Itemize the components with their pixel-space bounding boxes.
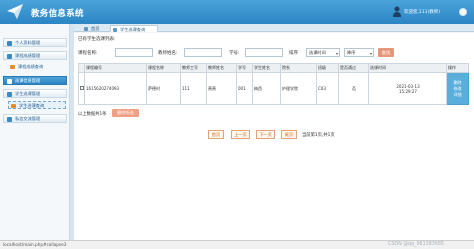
sidebar-group-label: 课程成绩管理 xyxy=(15,53,41,58)
search-button[interactable]: 查找 xyxy=(378,48,394,57)
main-content: 已有学生选课列表: 课程名称: 教师姓名: 学号: 排序 选课时间 ▾ 降序 ▾… xyxy=(74,33,474,240)
sort-field-value: 选课时间 xyxy=(309,50,326,55)
app-header: 教务信息系统 欢迎您,111(教师) xyxy=(0,0,474,24)
pagination: 首页 上一页 下一页 尾页 当前第1页,共1页 xyxy=(78,130,468,139)
student-no-cell: 001 xyxy=(236,72,253,105)
chevron-down-icon: ▾ xyxy=(369,51,372,56)
student-no-label: 学号: xyxy=(229,51,240,56)
last-page-button[interactable]: 尾页 xyxy=(281,130,297,139)
list-icon xyxy=(113,27,117,32)
page-title: 已有学生选课列表: xyxy=(78,37,116,42)
tab-home[interactable]: 首页 xyxy=(82,25,108,32)
tab-bar: 首页 学生选课查询 xyxy=(74,24,474,32)
teacher-name-input[interactable] xyxy=(184,48,222,57)
prev-page-button[interactable]: 上一页 xyxy=(231,130,250,139)
sort-order-value: 降序 xyxy=(347,50,356,55)
detail-link[interactable]: 详细 xyxy=(448,92,468,98)
column-header: 教师姓名 xyxy=(206,63,237,73)
sidebar-group-label: 个人资料管理 xyxy=(15,40,41,45)
tab-label: 学生选课查询 xyxy=(120,27,146,32)
folder-icon xyxy=(7,40,12,46)
passed-cell: 否 xyxy=(338,72,369,105)
list-icon xyxy=(11,104,16,108)
sort-order-select[interactable]: 降序 ▾ xyxy=(344,48,374,57)
watermark: CSDN @qq_961383685 xyxy=(388,242,444,247)
sidebar-group-label: 学生选课管理 xyxy=(15,91,41,96)
teacher-name-label: 教师姓名: xyxy=(158,51,178,56)
teacher-name-cell: 萧萧 xyxy=(206,72,237,105)
folder-icon xyxy=(7,53,12,59)
list-icon xyxy=(10,65,15,69)
user-avatar-icon xyxy=(393,6,401,17)
column-header: 学号 xyxy=(236,63,253,73)
sidebar-group-student-selection[interactable]: 学生选课管理 xyxy=(3,89,67,98)
sidebar-item-label: 学生选课查询 xyxy=(19,103,45,108)
sidebar-group-label: 私信交流管理 xyxy=(15,116,41,121)
course-name-label: 课程名称: xyxy=(78,51,98,56)
selection-table: 课程编号 课程名称 教师工号 教师姓名 学号 学生姓名 院系 班级 是否通过 选… xyxy=(78,63,469,105)
paper-plane-logo-icon xyxy=(7,4,23,19)
sidebar-group-messages[interactable]: 私信交流管理 xyxy=(3,114,67,123)
student-name-cell: 梅西 xyxy=(252,72,281,105)
department-cell: 护理学院 xyxy=(280,72,317,105)
selection-time-cell: 2021-03-13 15:29:27 xyxy=(368,72,447,105)
column-header: 课程编号 xyxy=(84,63,147,73)
sidebar-group-course-selection[interactable]: 选课信息管理 xyxy=(3,76,67,85)
delete-selected-button[interactable]: 删除所选 xyxy=(112,109,139,117)
page-info: 当前第1页,共1页 xyxy=(302,133,335,138)
student-no-input[interactable] xyxy=(245,48,283,57)
app-title: 教务信息系统 xyxy=(31,9,84,19)
welcome-text: 欢迎您,111(教师) xyxy=(404,10,441,15)
course-name-cell: 萨德时 xyxy=(146,72,181,105)
column-header: 班级 xyxy=(316,63,339,73)
folder-icon xyxy=(7,91,12,97)
total-count: 以上数据共1条 xyxy=(78,112,107,117)
sidebar-item-student-selection-query[interactable]: 学生选课查询 xyxy=(8,101,66,109)
course-no-cell: 1615620274093 xyxy=(84,72,147,105)
sidebar-item-label: 课程成绩查询 xyxy=(18,64,44,69)
folder-icon xyxy=(7,116,12,122)
sidebar-group-profile[interactable]: 个人资料管理 xyxy=(3,38,67,47)
system-menu-icon[interactable] xyxy=(459,8,467,16)
chevron-down-icon: ▾ xyxy=(335,51,338,56)
column-header: 选课时间 xyxy=(368,63,447,73)
next-page-button[interactable]: 下一页 xyxy=(256,130,275,139)
sidebar-group-label: 选课信息管理 xyxy=(15,78,41,83)
selection-clock: 15:29:27 xyxy=(399,88,417,94)
status-url: localhost/main.php#collapse3 xyxy=(3,242,67,247)
sidebar-item-grade-query[interactable]: 课程成绩查询 xyxy=(8,63,66,71)
browser-status-bar: localhost/main.php#collapse3 CSDN @qq_96… xyxy=(0,240,474,249)
search-bar: 课程名称: 教师姓名: 学号: 排序 选课时间 ▾ 降序 ▾ 查找 xyxy=(78,48,468,58)
sort-label: 排序 xyxy=(289,51,298,56)
column-header: 学生姓名 xyxy=(252,63,281,73)
tab-label: 首页 xyxy=(91,26,100,31)
tab-student-selection-query[interactable]: 学生选课查询 xyxy=(110,25,158,32)
class-cell: C03 xyxy=(316,72,339,105)
course-name-input[interactable] xyxy=(115,48,153,57)
column-header: 教师工号 xyxy=(180,63,207,73)
table-header-row: 课程编号 课程名称 教师工号 教师姓名 学号 学生姓名 院系 班级 是否通过 选… xyxy=(78,63,469,73)
column-header: 操作 xyxy=(446,63,469,73)
first-page-button[interactable]: 首页 xyxy=(208,130,224,139)
column-header: 是否通过 xyxy=(338,63,369,73)
home-icon xyxy=(84,26,88,31)
actions-cell: 删除 修改 详细 xyxy=(446,72,469,105)
sidebar-group-grades[interactable]: 课程成绩管理 xyxy=(3,51,67,60)
sidebar: 个人资料管理 课程成绩管理 课程成绩查询 选课信息管理 学生选课管理 学生选课查… xyxy=(0,24,70,240)
table-footer: 以上数据共1条 删除所选 xyxy=(78,109,468,118)
folder-icon xyxy=(7,78,12,84)
sort-field-select[interactable]: 选课时间 ▾ xyxy=(306,48,340,57)
column-header: 课程名称 xyxy=(146,63,181,73)
row-checkbox[interactable] xyxy=(80,86,84,90)
table-row: 1615620274093 萨德时 111 萧萧 001 梅西 护理学院 C03… xyxy=(78,72,469,105)
column-header: 院系 xyxy=(280,63,317,73)
teacher-no-cell: 111 xyxy=(180,72,207,105)
